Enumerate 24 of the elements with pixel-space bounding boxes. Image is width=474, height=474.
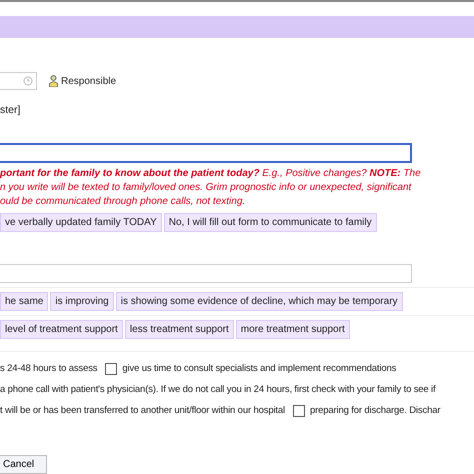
instructions-text: portant for the family to know about the patient today? E.g., Positive changes? NOTE: The n you write will be texted to family/loved ones. Grim prognostic info or unexpected, significant ould be communicated through phone calls, not texting.	[0, 167, 422, 209]
option-button[interactable]: is showing some evidence of decline, which may be temporary	[116, 292, 403, 311]
option-button[interactable]: he same	[0, 292, 48, 311]
person-icon	[49, 75, 58, 87]
notes-field[interactable]	[0, 264, 412, 283]
checkbox[interactable]	[293, 404, 305, 416]
option-button[interactable]: No, I will fill out form to communicate to family	[164, 213, 377, 232]
responsible-label: Responsible	[61, 76, 116, 86]
clock-icon	[23, 76, 33, 86]
option-button[interactable]: level of treatment support	[0, 320, 123, 339]
option-text: a phone call with patient's physician(s). If we do not call you in 24 hours, first check with your family to see if	[0, 384, 436, 395]
option-button[interactable]: less treatment support	[124, 320, 234, 339]
update-field[interactable]	[0, 143, 412, 163]
option-button[interactable]: ve verbally updated family TODAY	[0, 213, 162, 232]
checkbox-label: preparing for discharge. Dischar	[310, 405, 440, 416]
checkbox-label: give us time to consult specialists and implement recommendations	[122, 363, 396, 374]
checkbox[interactable]	[105, 362, 118, 374]
option-text: s 24-48 hours to assess	[0, 363, 98, 374]
option-text: t will be or has been transferred to another unit/floor within our hospital	[0, 405, 285, 416]
section-label: ster]	[0, 104, 22, 118]
option-button[interactable]: more treatment support	[236, 320, 350, 339]
input-field[interactable]	[0, 72, 37, 90]
cancel-button[interactable]: Cancel	[0, 455, 47, 474]
option-button[interactable]: is improving	[50, 292, 114, 311]
